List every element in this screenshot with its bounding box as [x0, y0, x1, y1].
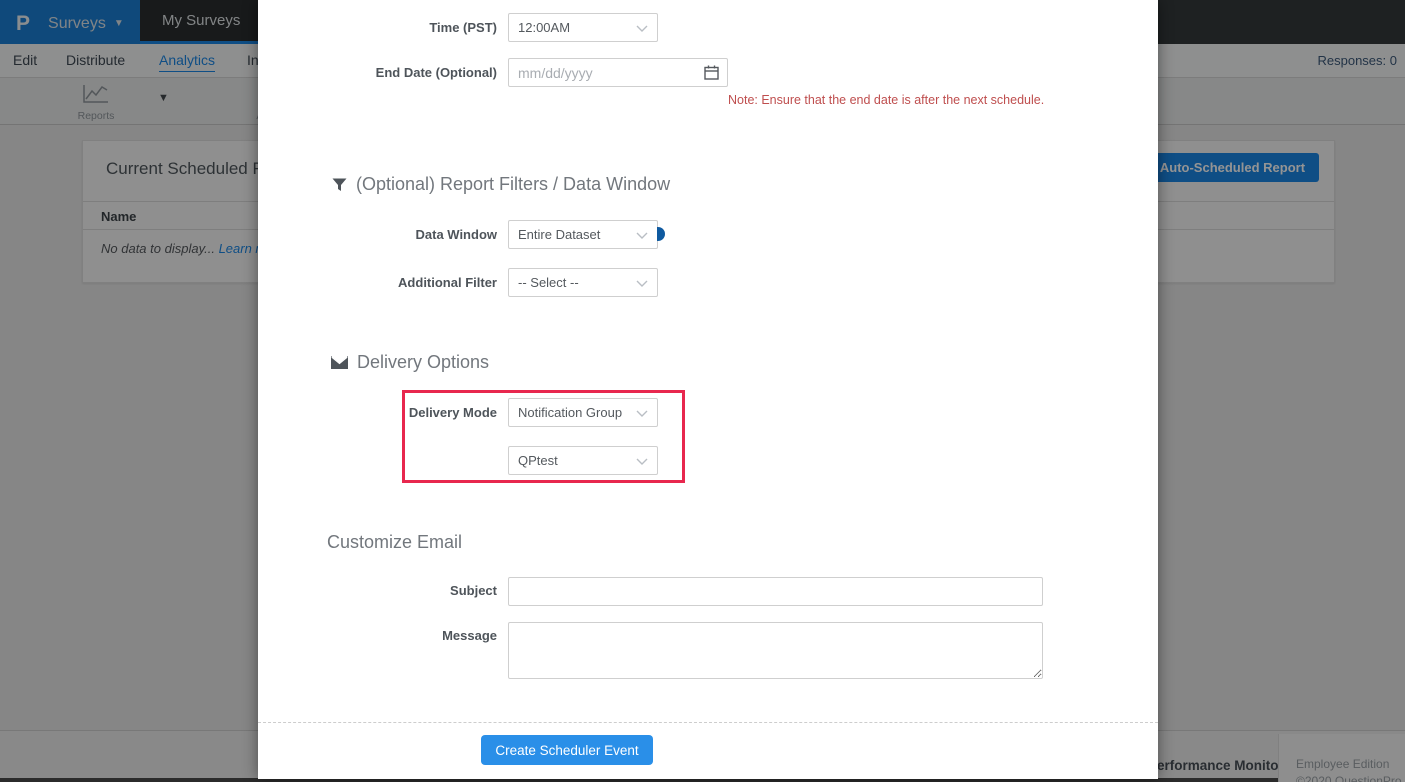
filters-section-header: (Optional) Report Filters / Data Window — [332, 174, 670, 195]
filter-funnel-icon — [332, 178, 347, 192]
delivery-section-title: Delivery Options — [357, 352, 489, 373]
data-window-select[interactable]: Entire Dataset — [508, 220, 658, 249]
chevron-down-icon — [636, 405, 648, 420]
notification-group-select[interactable]: QPtest — [508, 446, 658, 475]
end-date-note: Note: Ensure that the end date is after … — [728, 93, 1044, 107]
delivery-mode-select[interactable]: Notification Group — [508, 398, 658, 427]
chevron-down-icon — [636, 453, 648, 468]
modal-footer-divider — [258, 722, 1158, 723]
message-label: Message — [258, 628, 497, 643]
customize-email-title: Customize Email — [327, 532, 462, 553]
delivery-mode-value: Notification Group — [518, 405, 622, 420]
time-select-value: 12:00AM — [518, 20, 570, 35]
create-scheduler-event-button[interactable]: Create Scheduler Event — [481, 735, 653, 765]
additional-filter-label: Additional Filter — [258, 275, 497, 290]
end-date-label: End Date (Optional) — [258, 65, 497, 80]
data-window-value: Entire Dataset — [518, 227, 600, 242]
customize-email-header: Customize Email — [327, 532, 462, 553]
chevron-down-icon — [636, 227, 648, 242]
subject-label: Subject — [258, 583, 497, 598]
screen: P Surveys ▼ My Surveys Upgrade Now ? 1 R… — [0, 0, 1405, 782]
data-window-label: Data Window — [258, 227, 497, 242]
filters-section-title: (Optional) Report Filters / Data Window — [356, 174, 670, 195]
scheduler-modal: Time (PST) 12:00AM End Date (Optional) N… — [258, 0, 1158, 779]
chevron-down-icon — [636, 275, 648, 290]
subject-input[interactable] — [508, 577, 1043, 606]
chevron-down-icon — [636, 20, 648, 35]
additional-filter-select[interactable]: -- Select -- — [508, 268, 658, 297]
additional-filter-value: -- Select -- — [518, 275, 579, 290]
notification-group-value: QPtest — [518, 453, 558, 468]
delivery-section-header: Delivery Options — [331, 352, 489, 373]
envelope-icon — [331, 356, 348, 369]
calendar-icon[interactable] — [704, 65, 719, 85]
time-label: Time (PST) — [258, 20, 497, 35]
time-select[interactable]: 12:00AM — [508, 13, 658, 42]
delivery-mode-label: Delivery Mode — [258, 405, 497, 420]
info-icon[interactable] — [657, 227, 665, 241]
end-date-input[interactable] — [508, 58, 728, 87]
message-textarea[interactable] — [508, 622, 1043, 679]
